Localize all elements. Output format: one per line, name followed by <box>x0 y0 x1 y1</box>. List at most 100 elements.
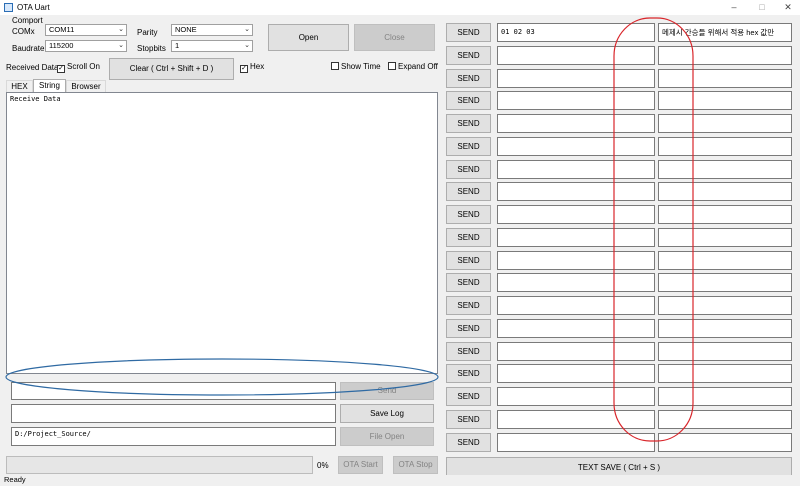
row-send-button[interactable]: SEND <box>446 23 491 42</box>
row-memo-input[interactable] <box>658 296 792 315</box>
send-row: SEND <box>446 432 792 452</box>
row-send-button[interactable]: SEND <box>446 432 491 452</box>
row-send-button[interactable]: SEND <box>446 250 491 270</box>
row-memo-input[interactable] <box>658 432 792 452</box>
row-send-button[interactable]: SEND <box>446 273 491 293</box>
row-hex-input[interactable] <box>497 68 655 88</box>
parity-select[interactable]: NONE ⌄ <box>171 24 253 36</box>
row-hex-input[interactable] <box>497 409 655 429</box>
row-hex-input[interactable] <box>497 182 655 202</box>
row-send-button[interactable]: SEND <box>446 159 491 179</box>
row-memo-input[interactable] <box>658 387 792 406</box>
row-memo-input[interactable] <box>658 409 792 429</box>
clear-button[interactable]: Clear ( Ctrl + Shift + D ) <box>109 58 234 80</box>
row-memo-input[interactable] <box>658 182 792 202</box>
send-row: SEND <box>446 114 792 133</box>
log-input[interactable] <box>11 404 336 423</box>
row-send-button[interactable]: SEND <box>446 296 491 315</box>
window-title: OTA Uart <box>17 3 50 12</box>
row-memo-input[interactable]: 메제시 간승들 위해서 적용 hex 값만 <box>658 23 792 42</box>
checkbox-empty-icon <box>331 62 339 70</box>
comx-value: COM11 <box>49 25 75 34</box>
row-memo-input[interactable] <box>658 114 792 133</box>
received-data-label: Received Data <box>6 63 59 72</box>
row-hex-input[interactable] <box>497 318 655 338</box>
row-hex-input[interactable] <box>497 364 655 384</box>
comx-select[interactable]: COM11 ⌄ <box>45 24 127 36</box>
baudrate-select[interactable]: 115200 ⌄ <box>45 40 127 52</box>
row-memo-input[interactable] <box>658 159 792 179</box>
send-input[interactable] <box>11 382 336 400</box>
hex-checkbox[interactable]: ✓ Hex <box>240 62 264 73</box>
row-send-button[interactable]: SEND <box>446 136 491 156</box>
chevron-down-icon: ⌄ <box>244 42 250 49</box>
open-button[interactable]: Open <box>268 24 349 51</box>
send-row: SEND <box>446 296 792 315</box>
row-hex-input[interactable]: 01 02 03 <box>497 23 655 42</box>
row-send-button[interactable]: SEND <box>446 91 491 111</box>
row-memo-input[interactable] <box>658 273 792 293</box>
row-send-button[interactable]: SEND <box>446 227 491 247</box>
send-button[interactable]: Send <box>340 382 434 400</box>
row-memo-input[interactable] <box>658 205 792 224</box>
row-memo-input[interactable] <box>658 227 792 247</box>
tab-browser[interactable]: Browser <box>66 80 106 92</box>
row-hex-input[interactable] <box>497 273 655 293</box>
row-memo-input[interactable] <box>658 136 792 156</box>
close-window-button[interactable]: ✕ <box>774 0 800 15</box>
close-port-button[interactable]: Close <box>354 24 435 51</box>
tab-hex[interactable]: HEX <box>6 80 33 92</box>
row-hex-input[interactable] <box>497 296 655 315</box>
save-log-button[interactable]: Save Log <box>340 404 434 423</box>
row-send-button[interactable]: SEND <box>446 387 491 406</box>
row-memo-input[interactable] <box>658 318 792 338</box>
send-row: SEND <box>446 364 792 384</box>
file-path-input[interactable]: D:/Project_Source/ <box>11 427 336 446</box>
maximize-button[interactable]: □ <box>748 0 776 15</box>
row-send-button[interactable]: SEND <box>446 318 491 338</box>
row-hex-input[interactable] <box>497 91 655 111</box>
ota-stop-button[interactable]: OTA Stop <box>393 456 438 474</box>
row-send-button[interactable]: SEND <box>446 114 491 133</box>
row-send-button[interactable]: SEND <box>446 341 491 361</box>
row-hex-input[interactable] <box>497 159 655 179</box>
send-row: SEND <box>446 341 792 361</box>
scroll-on-checkbox[interactable]: ✓ Scroll On <box>57 62 100 73</box>
row-memo-input[interactable] <box>658 341 792 361</box>
receive-data-area[interactable]: Receive Data <box>6 92 438 374</box>
row-memo-input[interactable] <box>658 68 792 88</box>
row-memo-input[interactable] <box>658 250 792 270</box>
row-hex-input[interactable] <box>497 341 655 361</box>
row-send-button[interactable]: SEND <box>446 364 491 384</box>
send-row: SEND <box>446 182 792 202</box>
row-memo-input[interactable] <box>658 45 792 65</box>
row-send-button[interactable]: SEND <box>446 409 491 429</box>
minimize-button[interactable]: – <box>720 0 748 15</box>
row-send-button[interactable]: SEND <box>446 182 491 202</box>
row-hex-input[interactable] <box>497 136 655 156</box>
row-hex-input[interactable] <box>497 250 655 270</box>
row-send-button[interactable]: SEND <box>446 205 491 224</box>
file-open-button[interactable]: File Open <box>340 427 434 446</box>
row-hex-input[interactable] <box>497 114 655 133</box>
chevron-down-icon: ⌄ <box>118 42 124 49</box>
row-memo-input[interactable] <box>658 364 792 384</box>
ota-progress-label: 0% <box>317 461 329 470</box>
row-hex-input[interactable] <box>497 205 655 224</box>
send-row: SEND <box>446 136 792 156</box>
show-time-checkbox[interactable]: Show Time <box>331 62 381 71</box>
row-send-button[interactable]: SEND <box>446 68 491 88</box>
row-hex-input[interactable] <box>497 387 655 406</box>
send-row: SEND <box>446 250 792 270</box>
row-memo-input[interactable] <box>658 91 792 111</box>
tab-string[interactable]: String <box>33 79 66 92</box>
ota-start-button[interactable]: OTA Start <box>338 456 383 474</box>
row-send-button[interactable]: SEND <box>446 45 491 65</box>
comx-label: COMx <box>12 27 35 36</box>
stopbits-select[interactable]: 1 ⌄ <box>171 40 253 52</box>
row-hex-input[interactable] <box>497 45 655 65</box>
baudrate-value: 115200 <box>49 41 74 50</box>
row-hex-input[interactable] <box>497 227 655 247</box>
expand-off-checkbox[interactable]: Expand Off <box>388 62 438 71</box>
row-hex-input[interactable] <box>497 432 655 452</box>
